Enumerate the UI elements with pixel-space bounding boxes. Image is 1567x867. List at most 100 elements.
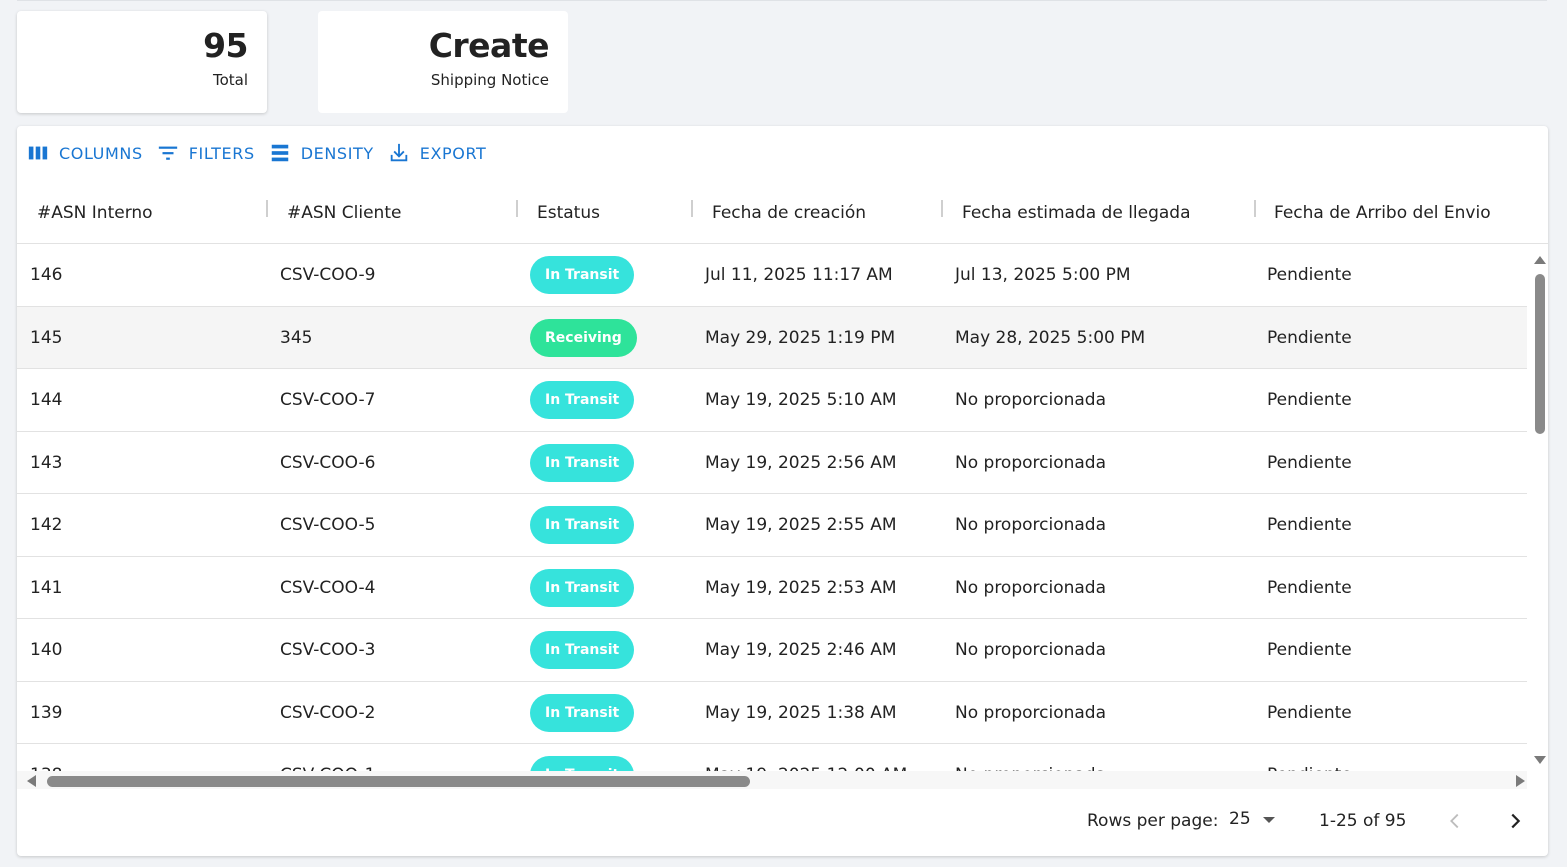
total-count: 95 <box>203 26 248 65</box>
cell-asn-interno: 145 <box>30 327 63 348</box>
column-header-fecha-creacion[interactable]: Fecha de creación <box>712 182 866 244</box>
table-row[interactable]: 142 CSV-COO-5 In Transit May 19, 2025 2:55 … <box>17 494 1527 557</box>
cell-fecha-creacion: May 29, 2025 1:19 PM <box>705 327 896 348</box>
column-header-fecha-estimada[interactable]: Fecha estimada de llegada <box>962 182 1191 244</box>
status-badge: In Transit <box>530 568 635 607</box>
table-row[interactable]: 144 CSV-COO-7 In Transit May 19, 2025 5:10 … <box>17 369 1527 432</box>
status-badge: In Transit <box>530 631 635 669</box>
table-row[interactable]: 141 CSV-COO-4 In Transit May 19, 2025 2:53 … <box>17 557 1527 619</box>
scroll-up-icon[interactable] <box>1534 256 1546 264</box>
column-header-asn-interno[interactable]: #ASN Interno <box>37 182 153 244</box>
status-badge: In Transit <box>530 443 635 482</box>
density-button[interactable]: DENSITY <box>269 142 374 164</box>
chevron-right-icon <box>1511 813 1521 829</box>
cell-fecha-estimada: No proporcionada <box>955 702 1107 723</box>
cell-asn-interno: 142 <box>30 515 63 535</box>
status-badge: Receiving <box>530 318 637 357</box>
cell-asn-interno: 139 <box>30 702 63 723</box>
cell-estatus: In Transit <box>530 744 635 771</box>
columns-icon <box>28 146 48 160</box>
cell-asn-cliente: CSV-COO-5 <box>280 515 376 535</box>
vertical-scroll-thumb[interactable] <box>1535 274 1545 434</box>
scroll-right-icon[interactable] <box>1516 775 1525 787</box>
density-icon <box>271 144 288 162</box>
rows-per-page-value: 25 <box>1229 809 1251 829</box>
cell-asn-interno: 146 <box>30 265 63 285</box>
filters-label: FILTERS <box>188 143 255 163</box>
create-title: Create <box>428 26 550 65</box>
columns-button[interactable]: COLUMNS <box>27 142 143 164</box>
cell-asn-cliente: CSV-COO-2 <box>280 702 376 723</box>
cell-estatus: In Transit <box>530 244 635 306</box>
horizontal-scrollbar[interactable] <box>17 771 1527 789</box>
cell-fecha-estimada: No proporcionada <box>955 515 1107 535</box>
export-button[interactable]: EXPORT <box>388 142 487 164</box>
column-separator[interactable] <box>691 200 693 217</box>
create-shipping-notice-button[interactable]: Create Shipping Notice <box>318 11 568 113</box>
cell-estatus: Receiving <box>530 307 637 369</box>
cell-estatus: In Transit <box>530 682 635 744</box>
column-separator[interactable] <box>1254 200 1256 217</box>
status-badge: In Transit <box>530 256 635 294</box>
cell-fecha-estimada: May 28, 2025 5:00 PM <box>955 327 1146 348</box>
download-icon <box>390 143 408 162</box>
next-page-button[interactable] <box>1501 807 1529 835</box>
cell-asn-interno: 138 <box>30 744 62 771</box>
cell-fecha-arribo: Pendiente <box>1267 640 1352 660</box>
rows-per-page-label: Rows per page: <box>1087 811 1219 831</box>
column-separator[interactable] <box>516 200 518 217</box>
cell-estatus: In Transit <box>530 494 635 556</box>
pagination-footer: Rows per page: 25 1-25 of 95 <box>17 789 1548 856</box>
table-row[interactable]: 143 CSV-COO-6 In Transit May 19, 2025 2:56 … <box>17 432 1527 494</box>
cell-fecha-creacion: May 19, 2025 2:46 AM <box>705 640 897 660</box>
table-row[interactable]: 138 CSV-COO-1 In Transit May 19, 2025 12:00… <box>17 744 1527 771</box>
filters-button[interactable]: FILTERS <box>157 142 255 164</box>
cell-fecha-creacion: May 19, 2025 2:55 AM <box>705 515 897 535</box>
scroll-left-icon[interactable] <box>27 775 36 787</box>
cell-estatus: In Transit <box>530 369 635 431</box>
export-label: EXPORT <box>419 143 487 163</box>
cell-asn-cliente: CSV-COO-6 <box>280 452 376 473</box>
table-row[interactable]: 145 345 Receiving May 29, 2025 1:19 PM May 2… <box>17 306 1527 369</box>
cell-estatus: In Transit <box>530 619 635 681</box>
chevron-left-icon <box>1450 813 1459 829</box>
cell-estatus: In Transit <box>530 432 635 494</box>
status-badge: In Transit <box>530 756 635 771</box>
cell-fecha-creacion: May 19, 2025 2:56 AM <box>705 452 897 473</box>
column-header-estatus[interactable]: Estatus <box>537 182 600 244</box>
column-header-asn-cliente[interactable]: #ASN Cliente <box>287 182 401 244</box>
status-badge: In Transit <box>530 506 635 544</box>
total-card: 95 Total <box>17 11 267 113</box>
column-separator[interactable] <box>941 200 943 217</box>
table-row[interactable]: 140 CSV-COO-3 In Transit May 19, 2025 2:46 … <box>17 619 1527 682</box>
column-separator[interactable] <box>266 200 268 217</box>
cell-asn-cliente: CSV-COO-7 <box>280 390 376 410</box>
table-row[interactable]: 146 CSV-COO-9 In Transit Jul 11, 2025 11:17… <box>17 244 1527 307</box>
column-header-fecha-arribo[interactable]: Fecha de Arribo del Envio <box>1274 182 1491 244</box>
grid-body: 146 CSV-COO-9 In Transit Jul 11, 2025 11:17… <box>17 244 1527 771</box>
cell-fecha-arribo: Pendiente <box>1267 577 1352 598</box>
cell-asn-interno: 144 <box>30 390 63 410</box>
status-badge: In Transit <box>530 381 635 419</box>
previous-page-button[interactable] <box>1441 807 1469 835</box>
pagination-range: 1-25 of 95 <box>1319 811 1407 831</box>
cell-asn-interno: 140 <box>30 640 63 660</box>
cell-fecha-arribo: Pendiente <box>1267 390 1352 410</box>
cell-fecha-estimada: No proporcionada <box>955 577 1107 598</box>
scroll-down-icon[interactable] <box>1534 756 1546 764</box>
cell-fecha-arribo: Pendiente <box>1267 702 1352 723</box>
grid-toolbar: COLUMNS FILTERS DENSITY EXPORT <box>27 142 486 164</box>
cell-fecha-creacion: May 19, 2025 2:53 AM <box>705 577 897 598</box>
cell-asn-cliente: CSV-COO-4 <box>280 577 376 598</box>
filter-icon <box>158 146 177 160</box>
cell-fecha-creacion: May 19, 2025 1:38 AM <box>705 702 897 723</box>
rows-per-page-select[interactable]: 25 <box>1229 809 1275 829</box>
table-row[interactable]: 139 CSV-COO-2 In Transit May 19, 2025 1:38 … <box>17 682 1527 744</box>
vertical-scrollbar[interactable] <box>1532 244 1546 764</box>
cell-asn-cliente: CSV-COO-9 <box>280 265 376 285</box>
cell-asn-interno: 143 <box>30 452 63 473</box>
cell-fecha-arribo: Pendiente <box>1267 744 1352 771</box>
horizontal-scroll-thumb[interactable] <box>47 776 750 787</box>
cell-asn-cliente: CSV-COO-1 <box>280 744 375 771</box>
cell-fecha-arribo: Pendiente <box>1267 327 1352 348</box>
